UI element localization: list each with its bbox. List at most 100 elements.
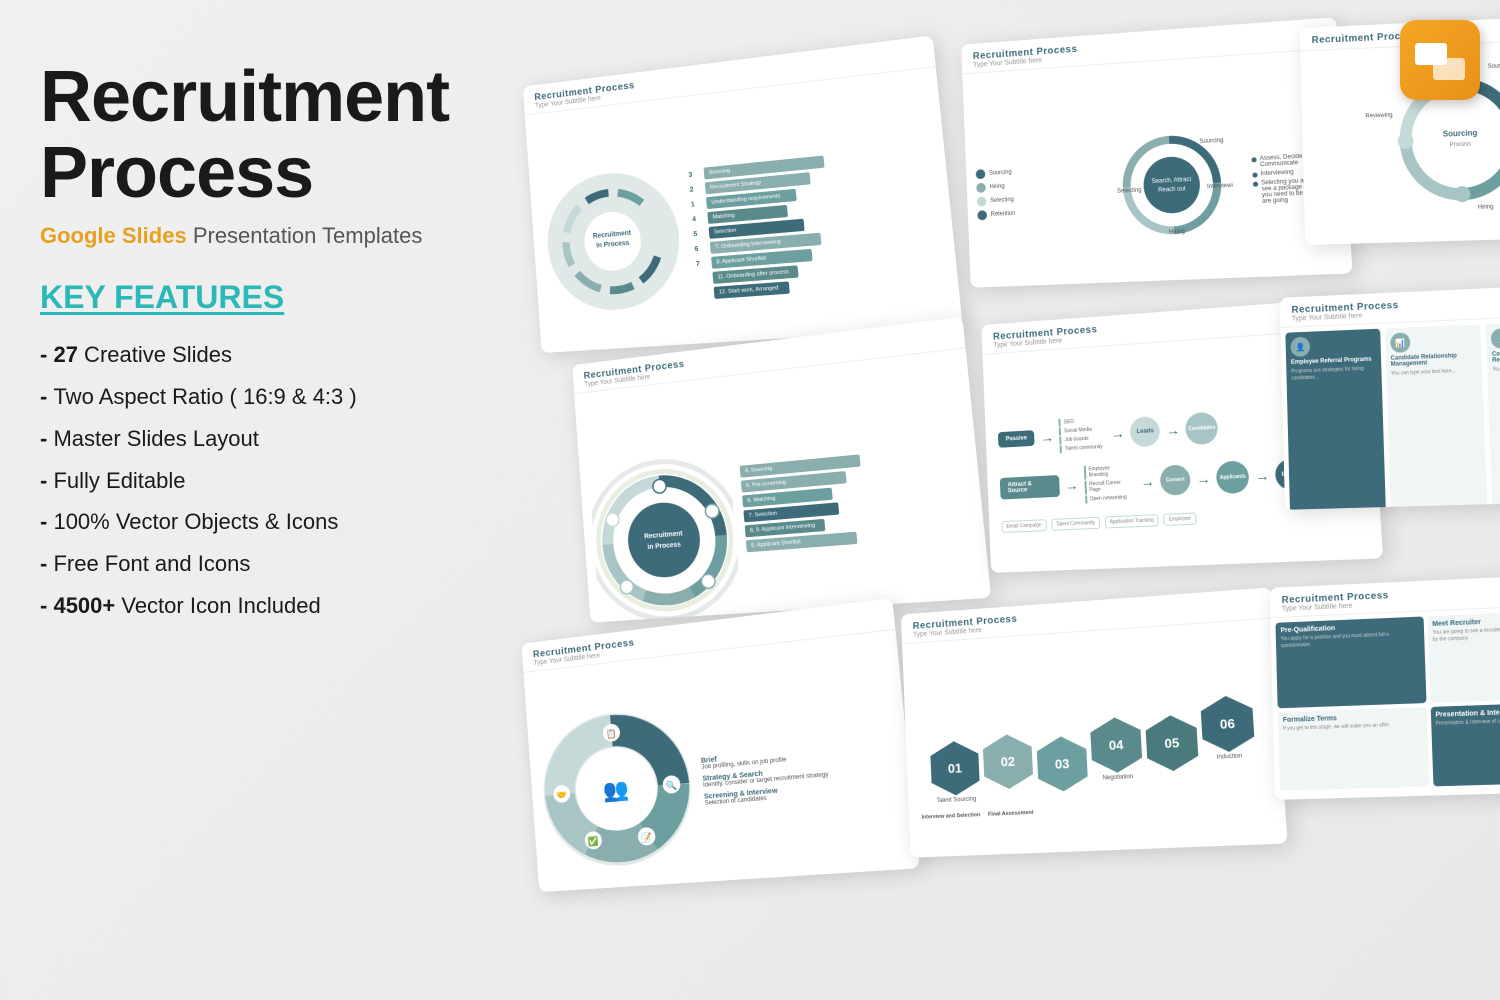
svg-text:Process: Process	[1450, 142, 1472, 149]
slide7-circle-wrap: 📋 🔍 📝 ✅ 🤝 👥	[536, 703, 700, 873]
convert-circle: Convert	[1160, 464, 1191, 496]
label-4: Employee	[1163, 512, 1196, 526]
label-2: Talent Community	[1051, 517, 1100, 531]
step-num-2: 2	[689, 185, 701, 193]
s9-card-4: Presentation & Interview Presentation & …	[1430, 701, 1500, 786]
arrow-3: →	[1165, 421, 1180, 438]
ps-4: Retention	[977, 205, 1093, 220]
slide7-svg: 📋 🔍 📝 ✅ 🤝 👥	[536, 703, 700, 873]
card-icon-3: 🔗	[1491, 328, 1500, 349]
dot-2	[1252, 172, 1257, 177]
s9-text-1: You apply for a position and you must at…	[1281, 631, 1419, 650]
al-2: Recruit Career Page	[1084, 478, 1135, 494]
slide-card-1[interactable]: Recruitment Process Type Your Subtitle h…	[523, 35, 963, 353]
slide-8-body: 01 Talent Sourcing 02 03 04 Negotiation …	[902, 619, 1287, 858]
hex-item-1: 01 Talent Sourcing	[930, 740, 981, 804]
card-1: 👤 Employee Referral Programs Programs ar…	[1285, 329, 1386, 510]
hex-label-1: Talent Sourcing	[936, 796, 976, 804]
card-text-1: Programs are strategies for hiring candi…	[1291, 365, 1376, 381]
feature-bold-7: 4500+	[53, 593, 115, 618]
pd-2	[976, 183, 986, 193]
slide-1-body: Recruitment in Process 3 Sourcing 2 Recr…	[525, 67, 963, 353]
hex-item-6: 06 Induction	[1200, 694, 1256, 761]
dot-3	[1253, 182, 1258, 187]
card-text-2: You can type your text here...	[1391, 367, 1478, 377]
ps-3: Selecting	[977, 191, 1093, 207]
step-num-4: 4	[692, 215, 704, 223]
svg-text:✅: ✅	[588, 836, 599, 847]
svg-text:📝: 📝	[641, 832, 653, 843]
slide-card-7[interactable]: Recruitment Process Type Your Subtitle h…	[521, 598, 919, 892]
step-num-6: 6	[694, 245, 706, 253]
hex-item-2: 02	[982, 733, 1033, 792]
card-2: 📊 Candidate Relationship Management You …	[1385, 324, 1489, 509]
slide4-circle: Recruitment in Process	[587, 435, 739, 593]
slide9-grid: Pre-Qualification You apply for a positi…	[1270, 605, 1500, 796]
pl-3: Selecting	[990, 197, 1014, 204]
svg-text:Reviewing: Reviewing	[1365, 113, 1392, 120]
card-title-1: Employee Referral Programs	[1291, 357, 1376, 366]
step-bar-9: 12. Start work, Arranged	[714, 281, 790, 299]
step-num-1: 3	[688, 170, 700, 178]
hex-5: 05	[1145, 714, 1199, 772]
leads-col: Leads	[1130, 415, 1161, 446]
ps-2: Hiring	[976, 177, 1092, 193]
card-title-3: Content creation & Inbound Recruiting	[1492, 348, 1500, 364]
al-1: Employee Branding	[1083, 463, 1134, 479]
candidates-circle: Candidates	[1185, 411, 1219, 445]
svg-text:in Process: in Process	[596, 240, 630, 250]
feature-item-2: Two Aspect Ratio ( 16:9 & 4:3 )	[40, 376, 460, 418]
slides-area: Recruitment Process Type Your Subtitle h…	[440, 0, 1500, 1000]
feature-item-5: 100% Vector Objects & Icons	[40, 501, 460, 543]
svg-text:Sourcing: Sourcing	[1199, 138, 1223, 146]
s9-card-2: Meet Recruiter You are going to see a re…	[1427, 610, 1500, 703]
slide-2-body: Sourcing Hiring Selecting Retention	[962, 48, 1352, 287]
slide-card-4[interactable]: Recruitment Process Type Your Subtitle h…	[572, 317, 991, 623]
arrow-4: →	[1064, 477, 1078, 493]
s9-title-2: Meet Recruiter	[1432, 615, 1500, 628]
svg-text:Sourcing: Sourcing	[1443, 128, 1478, 138]
applicants-circle: Applicants	[1216, 460, 1250, 494]
arrow-1: →	[1040, 429, 1054, 445]
pd-3	[977, 196, 987, 206]
hex-4: 04	[1090, 716, 1143, 774]
slide-card-6[interactable]: Recruitment Process Type Your Subtitle h…	[1280, 284, 1500, 510]
main-title: Recruitment Process	[40, 60, 460, 211]
hex-1: 01	[930, 740, 980, 797]
slide1-circle: Recruitment in Process	[538, 161, 690, 319]
brand-name: Google Slides	[40, 223, 187, 248]
slide-card-8[interactable]: Recruitment Process Type Your Subtitle h…	[901, 587, 1288, 857]
slide-7-body: 📋 🔍 📝 ✅ 🤝 👥 Brief Job profiling, skill	[523, 630, 919, 892]
leads-circle: Leads	[1130, 415, 1161, 446]
svg-text:👥: 👥	[602, 777, 630, 803]
slide-card-9[interactable]: Recruitment Process Type Your Subtitle h…	[1270, 574, 1500, 800]
svg-text:🔍: 🔍	[666, 779, 678, 791]
attract-box: Attract & Source	[1000, 475, 1060, 500]
arrow-5: →	[1140, 473, 1155, 490]
key-features-title: KEY FEATURES	[40, 279, 460, 316]
app-icon-graphic	[1415, 35, 1465, 85]
svg-text:Sourcing: Sourcing	[1488, 63, 1500, 70]
slide2-steps: Sourcing Hiring Selecting Retention	[976, 163, 1094, 220]
hex-row: 01 Talent Sourcing 02 03 04 Negotiation …	[912, 688, 1276, 810]
card-text-3: You can type your text here...	[1492, 363, 1500, 373]
hex-3: 03	[1036, 735, 1088, 792]
slide-card-2[interactable]: Recruitment Process Type Your Subtitle h…	[961, 17, 1353, 288]
step-num-3: 1	[691, 200, 703, 208]
ps-1: Sourcing	[976, 163, 1092, 179]
convert-col: Convert	[1160, 464, 1191, 496]
svg-text:Hiring: Hiring	[1478, 204, 1494, 211]
slide2-svg: Search, Attract Reach out Sourcing Inter…	[1109, 121, 1236, 248]
candidates-col: Candidates	[1185, 411, 1219, 445]
attract-list: Employee Branding Recruit Career Page Op…	[1083, 463, 1135, 503]
step-num-7: 7	[696, 260, 708, 268]
pd-1	[976, 169, 986, 179]
label-1: Email Campaign	[1001, 519, 1046, 533]
arrow-7: →	[1255, 467, 1270, 484]
svg-text:Hiring: Hiring	[1169, 229, 1185, 236]
s9-card-3: Formalize Terms If you get to this stage…	[1278, 707, 1429, 791]
left-panel: Recruitment Process Google Slides Presen…	[40, 60, 460, 627]
seo-list: SEO Social Media Job boards Talent commu…	[1059, 416, 1106, 453]
feature-item-7: 4500+ Vector Icon Included	[40, 585, 460, 627]
slide1-svg: Recruitment in Process	[538, 161, 690, 319]
